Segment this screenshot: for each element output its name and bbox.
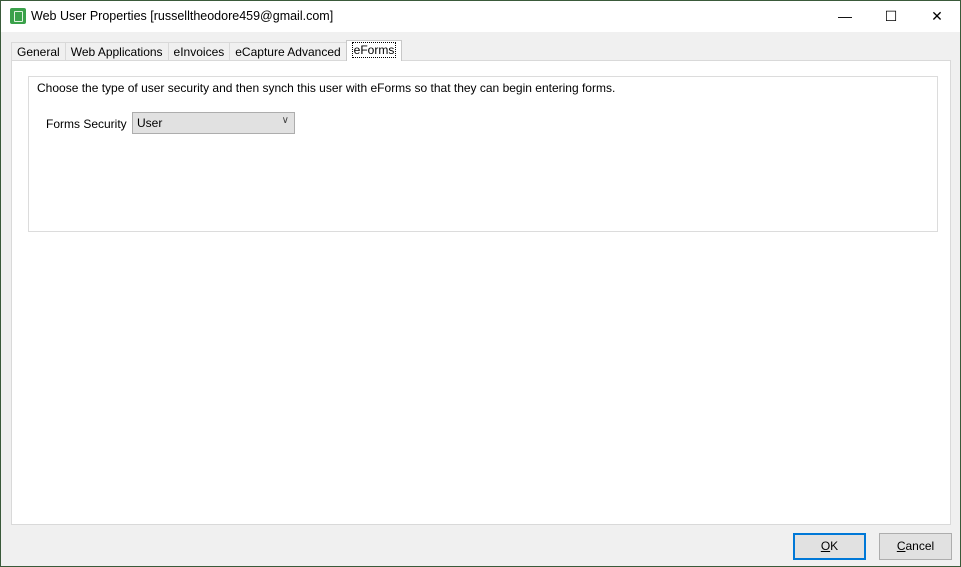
forms-security-value: User [137,116,163,130]
maximize-button[interactable]: ☐ [868,1,914,32]
forms-security-select[interactable]: User ∨ [132,112,295,134]
cancel-button[interactable]: Cancel [879,533,952,560]
ok-button[interactable]: OK [793,533,866,560]
cancel-label: ancel [905,539,935,553]
minimize-button[interactable]: — [822,1,868,32]
ok-mnemonic: O [820,539,831,553]
tab-eforms[interactable]: eForms [345,40,403,61]
forms-security-label: Forms Security [46,117,127,131]
tab-einvoices[interactable]: eInvoices [167,42,231,61]
tab-eforms-label: eForms [351,42,397,58]
window-title: Web User Properties [russelltheodore459@… [31,9,334,23]
eforms-group: Choose the type of user security and the… [28,76,938,232]
app-icon [10,8,26,24]
ok-label: K [830,539,839,553]
tab-strip: General Web Applications eInvoices eCapt… [11,40,403,61]
description: Choose the type of user security and the… [37,81,616,95]
tab-general[interactable]: General [11,42,66,61]
tab-panel: Choose the type of user security and the… [11,60,951,525]
tab-web-applications[interactable]: Web Applications [64,42,169,61]
chevron-down-icon: ∨ [281,115,289,126]
tab-ecapture-advanced[interactable]: eCapture Advanced [229,42,347,61]
close-button[interactable]: ✕ [914,1,960,32]
title-bar: Web User Properties [russelltheodore459@… [1,1,960,32]
